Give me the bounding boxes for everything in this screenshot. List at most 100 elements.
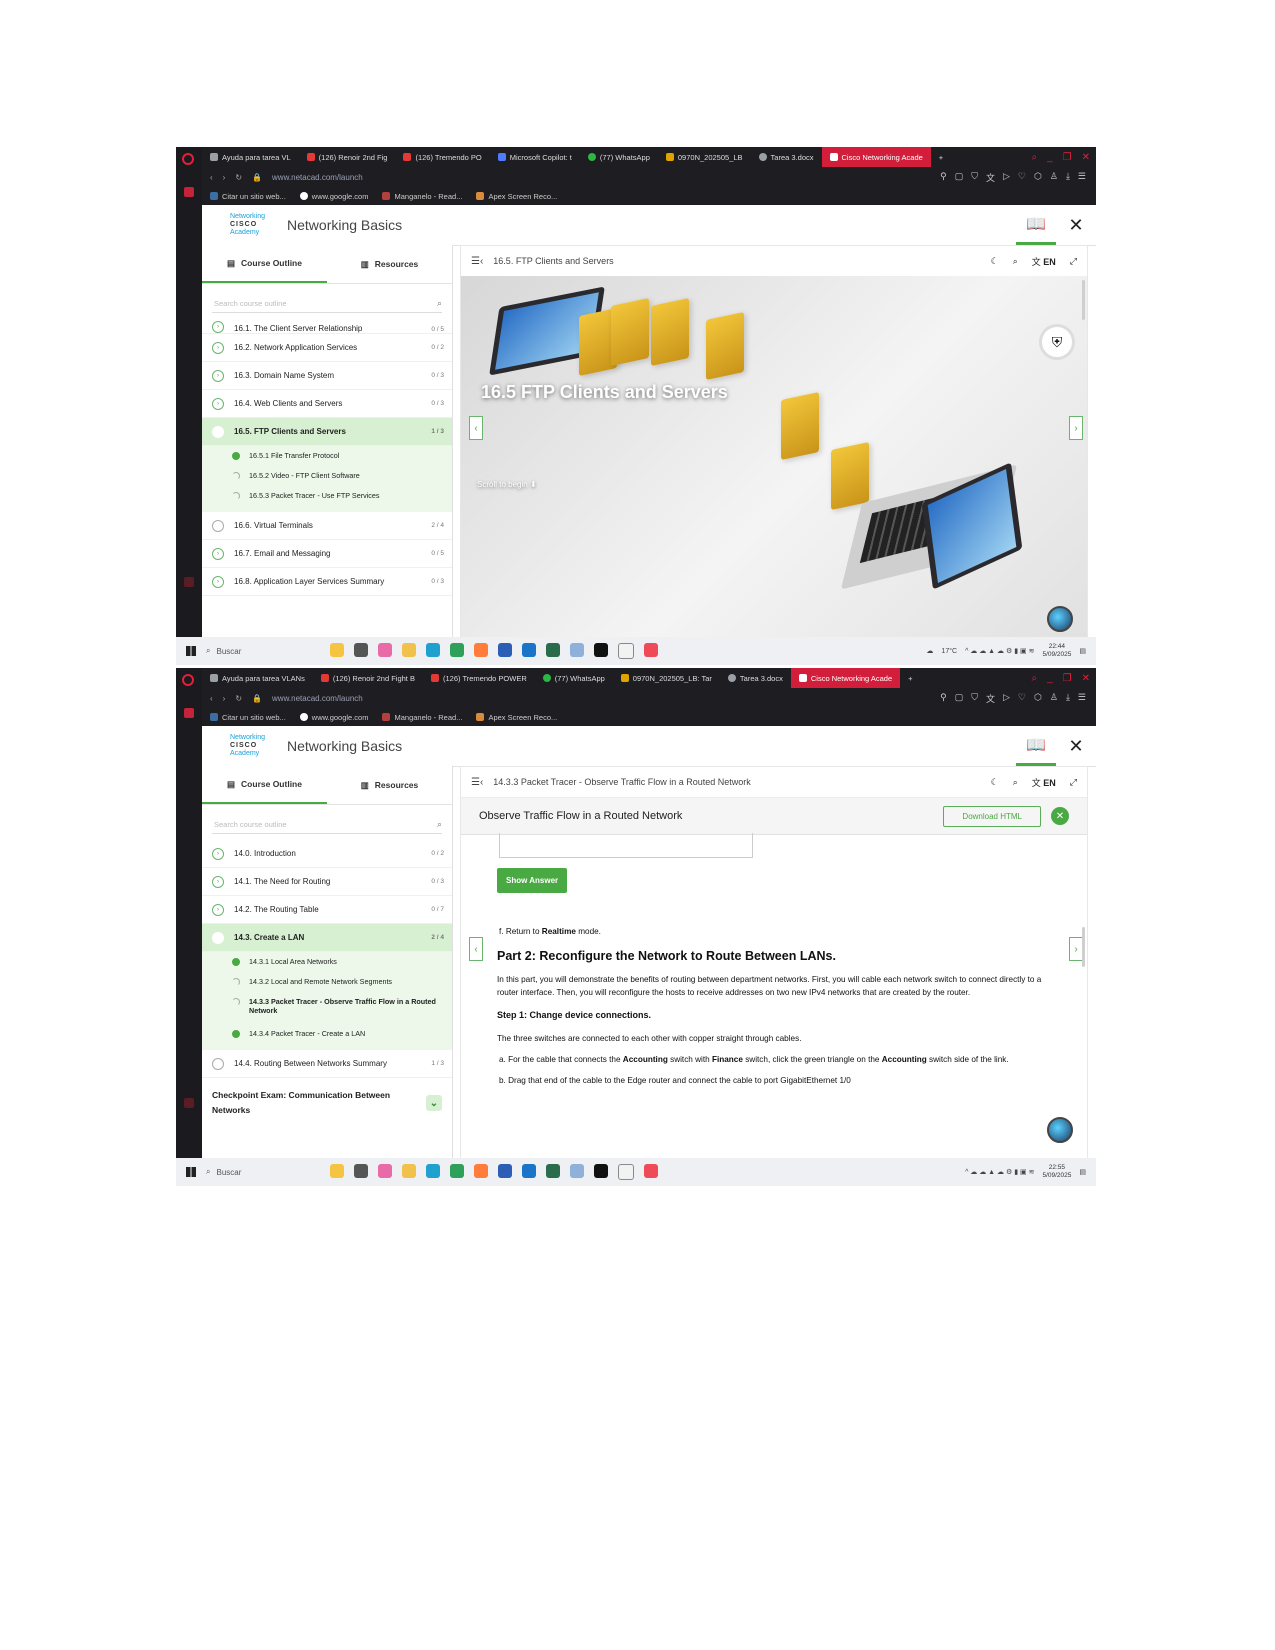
opera-icon[interactable]: [644, 643, 658, 657]
outline-item[interactable]: › 14.1. The Need for Routing 0 / 3: [202, 868, 452, 896]
word-icon[interactable]: [498, 643, 512, 657]
cube-icon[interactable]: ⬡: [1034, 692, 1042, 705]
search-icon[interactable]: ⌕: [437, 819, 442, 830]
word-icon[interactable]: [498, 1164, 512, 1178]
book-icon[interactable]: 📖: [1016, 205, 1056, 245]
app-icon[interactable]: [570, 1164, 584, 1178]
minimize-icon[interactable]: _: [1047, 673, 1053, 684]
outline-item[interactable]: 14.4. Routing Between Networks Summary 1 …: [202, 1050, 452, 1078]
app-icon[interactable]: [546, 643, 560, 657]
search-icon[interactable]: ⌕: [1031, 673, 1037, 684]
app-icon[interactable]: [570, 643, 584, 657]
browser-tab[interactable]: Tarea 3.docx: [751, 147, 822, 167]
outline-item[interactable]: 16.6. Virtual Terminals 2 / 4: [202, 512, 452, 540]
pin-icon[interactable]: ⚲: [940, 171, 947, 184]
weather-icon[interactable]: ☁: [926, 647, 933, 655]
tab-course-outline[interactable]: ▤ Course Outline: [202, 245, 327, 283]
scrollbar[interactable]: [1082, 927, 1085, 967]
browser-tab-active[interactable]: Cisco Networking Acade: [790, 668, 901, 688]
app-icon[interactable]: [546, 1164, 560, 1178]
app-icon[interactable]: [378, 1164, 392, 1178]
opera-icon[interactable]: [182, 153, 194, 165]
close-course-icon[interactable]: ✕: [1056, 205, 1096, 245]
snapshot-icon[interactable]: ▢: [955, 692, 964, 705]
browser-tab[interactable]: Microsoft Copilot: t: [490, 147, 580, 167]
fullscreen-icon[interactable]: ⤢: [1070, 777, 1077, 788]
url-field[interactable]: www.netacad.com/launch: [272, 173, 363, 182]
browser-tab[interactable]: Ayuda para tarea VLANs: [202, 668, 313, 688]
bookmark[interactable]: Citar un sitio web...: [210, 192, 286, 201]
next-page-button[interactable]: ›: [1069, 937, 1083, 961]
book-icon[interactable]: 📖: [1016, 726, 1056, 766]
show-answer-button[interactable]: Show Answer: [497, 868, 568, 893]
browser-tab-active[interactable]: Cisco Networking Acade: [821, 147, 931, 167]
back-icon[interactable]: ‹: [210, 694, 213, 703]
restore-icon[interactable]: ❐: [1063, 152, 1072, 163]
outline-subitem[interactable]: 16.5.1 File Transfer Protocol: [202, 446, 452, 466]
menu-icon[interactable]: ☰: [1078, 171, 1086, 184]
bookmark[interactable]: Citar un sitio web...: [210, 713, 286, 722]
bookmark[interactable]: Manganelo - Read...: [382, 192, 462, 201]
windows-start-icon[interactable]: [186, 646, 196, 656]
new-tab-button[interactable]: +: [900, 668, 920, 688]
assistant-icon[interactable]: [1047, 1117, 1073, 1143]
search-icon[interactable]: ⌕: [1031, 152, 1037, 163]
profile-icon[interactable]: ♙: [1050, 692, 1058, 705]
language-button[interactable]: 文 EN: [1032, 776, 1056, 789]
bookmark[interactable]: Apex Screen Reco...: [476, 192, 557, 201]
taskbar-search[interactable]: ⌕ Buscar: [206, 646, 316, 656]
search-icon[interactable]: ⌕: [1013, 256, 1018, 267]
language-button[interactable]: 文 EN: [1032, 255, 1056, 268]
store-icon[interactable]: [450, 643, 464, 657]
opera-icon[interactable]: [182, 674, 194, 686]
pin-icon[interactable]: ⚲: [940, 692, 947, 705]
copilot-icon[interactable]: [330, 1164, 344, 1178]
browser-tab[interactable]: (126) Tremendo POWER: [423, 668, 535, 688]
close-icon[interactable]: ✕: [1082, 673, 1090, 684]
play-icon[interactable]: ▷: [1003, 171, 1010, 184]
heart-icon[interactable]: ♡: [1018, 692, 1026, 705]
taskbar-search[interactable]: ⌕ Buscar: [206, 1167, 316, 1177]
outline-subitem[interactable]: 14.3.1 Local Area Networks: [202, 952, 452, 972]
tab-course-outline[interactable]: ▤ Course Outline: [202, 766, 327, 804]
windows-start-icon[interactable]: [186, 1167, 196, 1177]
outline-search-input[interactable]: Search course outline ⌕: [212, 294, 442, 313]
browser-tab[interactable]: (126) Renoir 2nd Fig: [299, 147, 396, 167]
minimize-icon[interactable]: _: [1047, 152, 1053, 163]
tray-icons[interactable]: ^ ☁ ☁ ▲ ☁ ⚙ ▮ ▣ ≋: [965, 647, 1034, 655]
reload-icon[interactable]: ↻: [235, 173, 242, 182]
bookmark[interactable]: Manganelo - Read...: [382, 713, 462, 722]
browser-tab[interactable]: Tarea 3.docx: [720, 668, 791, 688]
chevron-down-icon[interactable]: ⌄: [426, 1095, 442, 1111]
app-icon[interactable]: [474, 643, 488, 657]
play-icon[interactable]: ▷: [1003, 692, 1010, 705]
collapse-menu-icon[interactable]: ☰‹: [471, 777, 483, 788]
clock[interactable]: 22:44 5/09/2025: [1042, 643, 1071, 659]
app-icon[interactable]: [378, 643, 392, 657]
tab-resources[interactable]: ▥ Resources: [327, 766, 452, 804]
outline-item[interactable]: › 16.7. Email and Messaging 0 / 5: [202, 540, 452, 568]
snapshot-icon[interactable]: ▢: [955, 171, 964, 184]
fullscreen-icon[interactable]: ⤢: [1070, 256, 1077, 267]
collapse-menu-icon[interactable]: ☰‹: [471, 256, 483, 267]
outline-item[interactable]: › 14.2. The Routing Table 0 / 7: [202, 896, 452, 924]
app-icon[interactable]: [618, 643, 634, 659]
shield-icon[interactable]: ⛉: [971, 171, 978, 184]
heart-icon[interactable]: ♡: [1018, 171, 1026, 184]
prev-page-button[interactable]: ‹: [469, 937, 483, 961]
forward-icon[interactable]: ›: [223, 173, 226, 182]
dark-mode-icon[interactable]: ☾: [991, 777, 999, 788]
bookmark[interactable]: www.google.com: [299, 192, 368, 201]
outline-subitem[interactable]: 14.3.2 Local and Remote Network Segments: [202, 972, 452, 992]
download-icon[interactable]: ⤓: [1066, 171, 1070, 184]
url-field[interactable]: www.netacad.com/launch: [272, 694, 363, 703]
outline-subitem[interactable]: 16.5.2 Video - FTP Client Software: [202, 466, 452, 486]
prev-page-button[interactable]: ‹: [469, 416, 483, 440]
back-icon[interactable]: ‹: [210, 173, 213, 182]
outline-item[interactable]: › 14.0. Introduction 0 / 2: [202, 840, 452, 868]
next-page-button[interactable]: ›: [1069, 416, 1083, 440]
terminal-icon[interactable]: [594, 643, 608, 657]
profile-icon[interactable]: ♙: [1050, 171, 1058, 184]
search-icon[interactable]: ⌕: [1013, 777, 1018, 788]
browser-tab[interactable]: (77) WhatsApp: [580, 147, 658, 167]
